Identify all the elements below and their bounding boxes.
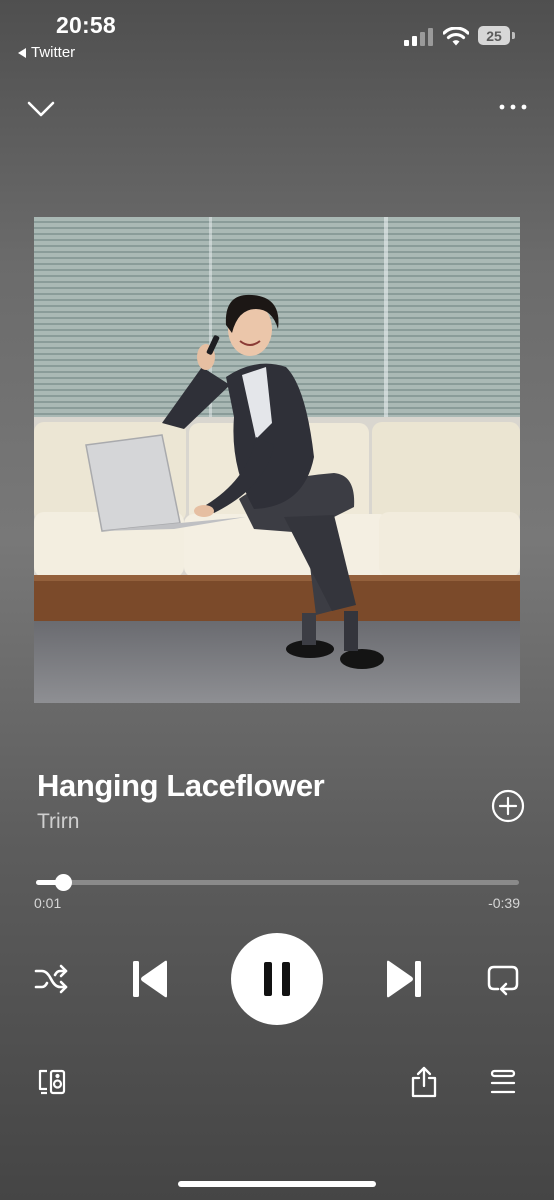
skip-next-icon xyxy=(387,960,421,998)
connect-device-button[interactable] xyxy=(37,1068,67,1096)
share-button[interactable] xyxy=(410,1066,438,1098)
status-time: 20:58 xyxy=(56,12,116,38)
back-arrow-icon xyxy=(18,47,26,58)
album-artwork xyxy=(34,217,520,703)
battery-cap xyxy=(512,32,515,39)
progress-bar[interactable] xyxy=(36,874,519,891)
more-options-button[interactable] xyxy=(498,100,528,114)
repeat-button[interactable] xyxy=(486,962,520,996)
wifi-icon xyxy=(443,27,469,46)
back-app-label: Twitter xyxy=(31,44,76,61)
previous-track-button[interactable] xyxy=(131,958,169,1000)
track-title: Hanging Laceflower xyxy=(37,768,325,803)
shuffle-button[interactable] xyxy=(33,962,69,996)
more-dots-icon xyxy=(499,104,527,110)
battery-indicator: 25 xyxy=(478,26,510,45)
elapsed-time: 0:01 xyxy=(34,895,62,911)
home-indicator[interactable] xyxy=(178,1181,376,1187)
shuffle-icon xyxy=(34,964,68,994)
plus-circle-icon xyxy=(491,789,525,823)
remaining-time: -0:39 xyxy=(488,895,520,911)
progress-scrubber-handle[interactable] xyxy=(55,874,72,891)
add-to-library-button[interactable] xyxy=(491,789,525,823)
queue-icon xyxy=(490,1069,516,1094)
share-icon xyxy=(411,1066,437,1098)
next-track-button[interactable] xyxy=(385,958,423,1000)
back-to-app-link[interactable]: Twitter xyxy=(18,44,75,61)
connect-device-icon xyxy=(38,1069,66,1095)
pause-icon xyxy=(264,962,290,996)
pause-button[interactable] xyxy=(231,933,323,1025)
skip-previous-icon xyxy=(133,960,167,998)
repeat-icon xyxy=(487,965,519,996)
chevron-down-icon xyxy=(27,101,55,117)
cellular-signal-icon xyxy=(404,28,433,46)
track-artist[interactable]: Trirn xyxy=(37,810,79,834)
battery-level: 25 xyxy=(486,27,502,44)
queue-button[interactable] xyxy=(490,1068,516,1096)
collapse-button[interactable] xyxy=(26,96,56,122)
